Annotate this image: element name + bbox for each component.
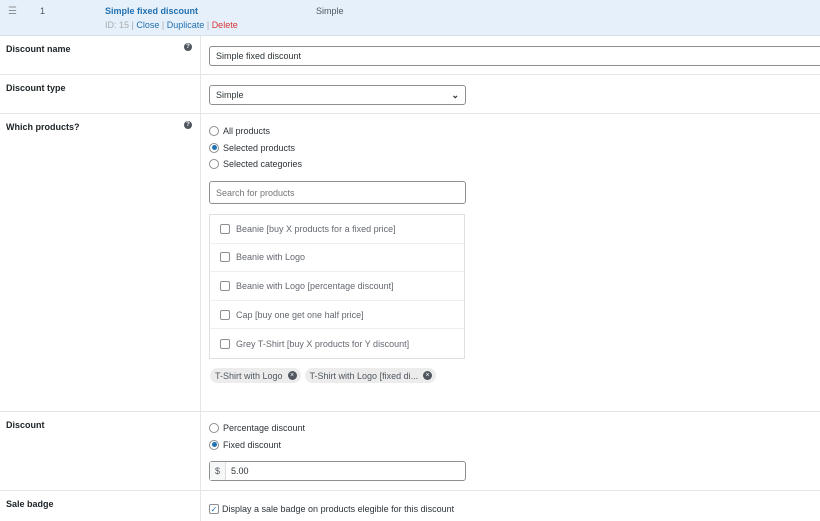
product-name: Grey T-Shirt [buy X products for Y disco… — [236, 338, 410, 349]
product-name: Cap [buy one get one half price] — [236, 309, 364, 320]
sale-badge-checkbox[interactable]: ✓ Display a sale badge on products elegib… — [209, 501, 454, 518]
discount-type-value: Simple — [216, 90, 244, 100]
checkbox-icon — [220, 309, 230, 320]
row-discount: Discount Percentage discount Fixed disco… — [0, 412, 820, 491]
checkbox-checked-icon: ✓ — [209, 504, 219, 515]
discount-label: Discount — [6, 420, 45, 430]
checkbox-icon — [220, 223, 230, 234]
radio-label: Selected categories — [223, 159, 303, 170]
radio-selected-products[interactable]: Selected products — [209, 140, 302, 157]
discount-type-select[interactable]: Simple ⌄ — [209, 85, 466, 105]
discount-name-input[interactable]: Simple fixed discount — [209, 46, 820, 66]
duplicate-link[interactable]: Duplicate — [167, 20, 205, 30]
product-search-input[interactable] — [209, 181, 466, 204]
radio-fixed-discount[interactable]: Fixed discount — [209, 437, 305, 454]
radio-icon — [209, 126, 219, 137]
row-sale-badge: Sale badge ✓ Display a sale badge on prod… — [0, 491, 820, 521]
drag-handle-icon[interactable]: ☰ — [8, 6, 17, 17]
radio-selected-categories[interactable]: Selected categories — [209, 156, 302, 173]
discount-amount-input[interactable]: $ 5.00 — [209, 461, 466, 481]
checkbox-icon — [220, 252, 230, 263]
help-icon[interactable]: ? — [184, 121, 192, 129]
checkbox-label: Display a sale badge on products elegibl… — [222, 504, 455, 515]
product-list-item[interactable]: Beanie with Logo — [210, 244, 464, 273]
product-scope-radios: All products Selected products Selected … — [209, 123, 302, 173]
row-discount-name: Discount name? Simple fixed discount — [0, 36, 820, 75]
discount-type-column: Simple — [316, 6, 344, 16]
selected-product-chip: T-Shirt with Logo × — [210, 368, 301, 383]
radio-all-products[interactable]: All products — [209, 123, 302, 140]
checkbox-icon — [220, 280, 230, 291]
separator: | — [161, 20, 165, 30]
radio-label: All products — [223, 126, 271, 137]
radio-label: Percentage discount — [223, 423, 306, 434]
chip-label: T-Shirt with Logo — [215, 370, 283, 381]
discount-method-radios: Percentage discount Fixed discount — [209, 420, 305, 453]
which-products-label: Which products? — [6, 122, 80, 132]
chip-label: T-Shirt with Logo [fixed di... — [309, 370, 419, 381]
row-actions: ID: 15 | Close | Duplicate | Delete — [105, 20, 238, 30]
radio-checked-icon — [209, 142, 219, 153]
discount-name-label: Discount name — [6, 44, 71, 54]
discount-header: ☰ 1 Simple fixed discount ID: 15 | Close… — [0, 0, 820, 36]
close-link[interactable]: Close — [136, 20, 159, 30]
separator: | — [206, 20, 210, 30]
selected-product-chip: T-Shirt with Logo [fixed di... × — [304, 368, 437, 383]
separator: | — [131, 20, 134, 30]
row-which-products: Which products?? All products Selected p… — [0, 114, 820, 412]
remove-icon[interactable]: × — [287, 371, 297, 380]
product-list-item[interactable]: Cap [buy one get one half price] — [210, 301, 464, 330]
help-icon[interactable]: ? — [184, 43, 192, 51]
row-discount-type: Discount type Simple ⌄ — [0, 75, 820, 114]
product-list-item[interactable]: Grey T-Shirt [buy X products for Y disco… — [210, 329, 464, 358]
radio-percentage-discount[interactable]: Percentage discount — [209, 420, 305, 437]
chevron-down-icon: ⌄ — [451, 90, 459, 100]
delete-link[interactable]: Delete — [212, 20, 238, 30]
remove-icon[interactable]: × — [423, 371, 433, 380]
product-name: Beanie with Logo [percentage discount] — [236, 280, 394, 291]
product-list-item[interactable]: Beanie [buy X products for a fixed price… — [210, 215, 464, 244]
radio-label: Selected products — [223, 142, 296, 153]
radio-checked-icon — [209, 439, 219, 450]
checkbox-icon — [220, 338, 230, 349]
discount-amount-value: 5.00 — [231, 466, 249, 476]
product-name: Beanie [buy X products for a fixed price… — [236, 223, 396, 234]
selected-products: T-Shirt with Logo × T-Shirt with Logo [fix… — [210, 368, 440, 383]
radio-icon — [209, 159, 219, 170]
discount-type-label: Discount type — [6, 83, 66, 93]
product-list-item[interactable]: Beanie with Logo [percentage discount] — [210, 272, 464, 301]
product-name: Beanie with Logo — [236, 252, 306, 263]
discount-title-link[interactable]: Simple fixed discount — [105, 6, 198, 16]
product-list[interactable]: Beanie [buy X products for a fixed price… — [209, 214, 465, 359]
radio-icon — [209, 423, 219, 434]
discount-number: 1 — [40, 6, 46, 16]
sale-badge-label: Sale badge — [6, 499, 54, 509]
currency-symbol: $ — [210, 462, 226, 480]
radio-label: Fixed discount — [223, 439, 282, 450]
discount-id: ID: 15 — [105, 20, 130, 30]
